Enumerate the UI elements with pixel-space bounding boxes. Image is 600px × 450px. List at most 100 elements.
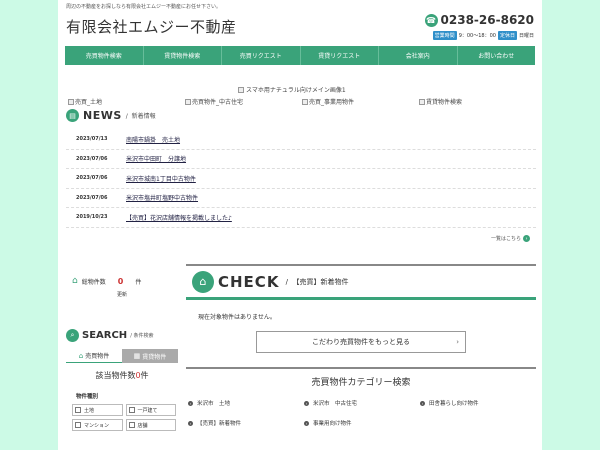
- news-link[interactable]: 米沢市塩井町塩野中古物件: [126, 193, 198, 202]
- nav-item-sale-request[interactable]: 売買リクエスト: [222, 46, 301, 65]
- list-item: 2019/10/23 【売買】花沢店舗情報を掲載しました♪: [66, 208, 536, 228]
- news-heading: ▤ NEWS / 新着情報: [66, 109, 156, 122]
- empty-message: 現在対象物件はありません。: [198, 314, 276, 321]
- broken-image-icon: [419, 98, 425, 105]
- news-more-link[interactable]: 一覧はこちら ›: [491, 235, 530, 242]
- property-type-label: 物件種別: [76, 394, 99, 400]
- count-row: ⌂ 総物件数 0 件: [72, 276, 172, 286]
- broken-image-icon: [185, 98, 191, 105]
- category-title: 売買物件カテゴリー検索: [186, 367, 536, 393]
- nav-item-rent-request[interactable]: 賃貸リクエスト: [301, 46, 379, 65]
- nav-item-rent-search[interactable]: 賃貸物件検索: [144, 46, 222, 65]
- type-checkbox-mansion[interactable]: マンション: [72, 419, 123, 431]
- news-link[interactable]: 南陽市鍋掛 売土地: [126, 135, 180, 144]
- list-item: 2023/07/06 米沢市城南1丁目中古物件: [66, 169, 536, 189]
- search-title: SEARCH: [82, 330, 128, 341]
- check-panel: ⌂ CHECK / 【売買】新着物件 現在対象物件はありません。 こだわり売買物…: [186, 264, 536, 427]
- chevron-right-icon: ›: [456, 338, 459, 346]
- more-sale-button[interactable]: こだわり売買物件をもっと見る ›: [256, 331, 466, 353]
- business-hours: 営業時間 9：00～18：00 定休日 日曜日: [432, 31, 534, 40]
- search-heading: ⌕ SEARCH / 条件検索: [66, 329, 153, 342]
- tab-sale[interactable]: ⌂ 売買物件: [66, 349, 122, 363]
- property-count: ⌂ 総物件数 0 件 更新: [72, 276, 172, 298]
- type-checkbox-house[interactable]: 一戸建て: [125, 404, 176, 416]
- nav-item-contact[interactable]: お問い合わせ: [458, 46, 536, 65]
- banner-sale-business[interactable]: 売買_事業用物件: [302, 97, 354, 106]
- more-sale-label: こだわり売買物件をもっと見る: [312, 338, 410, 346]
- house-icon: ⌂: [72, 276, 78, 286]
- chevron-right-icon: ›: [304, 420, 309, 426]
- holiday-tag: 定休日: [497, 31, 517, 40]
- phone-icon: ☎: [424, 13, 438, 27]
- category-item[interactable]: › 田舎暮らし向け物件: [420, 399, 536, 407]
- house-icon: ⌂: [192, 270, 214, 293]
- banner-label: 賃貸物件検索: [426, 99, 463, 106]
- site-tagline: 周辺の不動産をお探しなら有限会社エムジー不動産にお任せ下さい。: [66, 4, 222, 10]
- site-title[interactable]: 有限会社エムジー不動産: [66, 16, 237, 37]
- category-item[interactable]: › 事業用向け物件: [304, 419, 420, 427]
- news-list: 2023/07/13 南陽市鍋掛 売土地 2023/07/06 米沢市中田町 分…: [66, 130, 536, 228]
- hero-alt-text: スマホ用ナチュラル向けメイン画像1: [246, 87, 346, 94]
- check-title: CHECK: [218, 272, 280, 291]
- checkbox[interactable]: [128, 422, 135, 428]
- chevron-right-icon: ›: [188, 400, 193, 406]
- category-item[interactable]: › 【売買】新着物件: [188, 419, 304, 427]
- news-subtitle: / 新着情報: [125, 113, 156, 120]
- nav-item-sale-search[interactable]: 売買物件検索: [65, 46, 144, 65]
- news-date: 2023/07/13: [76, 136, 108, 143]
- checkbox[interactable]: [128, 407, 135, 413]
- chevron-right-icon: ›: [523, 235, 530, 242]
- list-item: 2023/07/13 南陽市鍋掛 売土地: [66, 130, 536, 150]
- page: 周辺の不動産をお探しなら有限会社エムジー不動産にお任せ下さい。 有限会社エムジー…: [58, 0, 542, 450]
- broken-image-icon: [238, 86, 244, 93]
- news-date: 2019/10/23: [76, 214, 108, 221]
- banner-sale-used-house[interactable]: 売買物件_中古住宅: [185, 97, 243, 106]
- type-checkbox-store[interactable]: 店舗: [125, 419, 176, 431]
- news-date: 2023/07/06: [76, 175, 108, 182]
- news-more-label: 一覧はこちら: [490, 236, 521, 242]
- banner-label: 売買_土地: [75, 99, 103, 106]
- count-label: 総物件数: [81, 278, 106, 286]
- check-subtitle: / 【売買】新着物件: [283, 277, 349, 286]
- hours-value: 9：00～18：00: [458, 33, 496, 39]
- category-item[interactable]: › 米沢市 土地: [188, 399, 304, 407]
- checkbox[interactable]: [75, 422, 81, 428]
- banner-rent-search[interactable]: 賃貸物件検索: [419, 97, 462, 106]
- hours-tag: 営業時間: [432, 31, 457, 40]
- chevron-right-icon: ›: [420, 400, 425, 406]
- chevron-right-icon: ›: [188, 420, 193, 426]
- banner-sale-land[interactable]: 売買_土地: [68, 97, 102, 106]
- list-item: 2023/07/06 米沢市塩井町塩野中古物件: [66, 189, 536, 208]
- house-icon: ⌂: [78, 351, 84, 360]
- phone-block[interactable]: ☎ 0238-26-8620: [424, 13, 534, 27]
- news-date: 2023/07/06: [76, 155, 108, 162]
- building-icon: ▦: [133, 352, 141, 360]
- type-checkbox-land[interactable]: 土地: [72, 404, 123, 416]
- news-date: 2023/07/06: [76, 194, 108, 201]
- phone-number[interactable]: 0238-26-8620: [441, 13, 534, 27]
- broken-image-icon: [68, 98, 74, 105]
- nav-item-company[interactable]: 会社案内: [379, 46, 458, 65]
- news-link[interactable]: 米沢市城南1丁目中古物件: [126, 174, 196, 183]
- check-heading: ⌂ CHECK / 【売買】新着物件: [186, 266, 536, 300]
- checkbox[interactable]: [75, 407, 81, 413]
- broken-image-icon: [302, 98, 308, 105]
- holiday-value: 日曜日: [518, 33, 534, 39]
- chevron-right-icon: ›: [304, 400, 309, 406]
- hero-image[interactable]: スマホ用ナチュラル向けメイン画像1: [238, 85, 346, 94]
- property-type-options: 土地 一戸建て マンション 店舗: [72, 404, 176, 431]
- count-unit: 件: [135, 278, 142, 286]
- banner-label: 売買_事業用物件: [309, 99, 355, 106]
- count-value: 0: [117, 276, 124, 286]
- news-icon: ▤: [66, 109, 79, 122]
- news-link[interactable]: 米沢市中田町 分譲地: [126, 154, 186, 163]
- news-title: NEWS: [83, 109, 122, 122]
- news-link[interactable]: 【売買】花沢店舗情報を掲載しました♪: [126, 213, 232, 222]
- count-update: 更新: [116, 292, 127, 298]
- banner-label: 売買物件_中古住宅: [192, 99, 244, 106]
- search-subtitle: / 条件検索: [130, 333, 154, 339]
- list-item: 2023/07/06 米沢市中田町 分譲地: [66, 150, 536, 169]
- tab-rent[interactable]: ▦ 賃貸物件: [122, 349, 178, 363]
- hit-count: 該当物件数0件: [95, 371, 149, 380]
- category-item[interactable]: › 米沢市 中古住宅: [304, 399, 420, 407]
